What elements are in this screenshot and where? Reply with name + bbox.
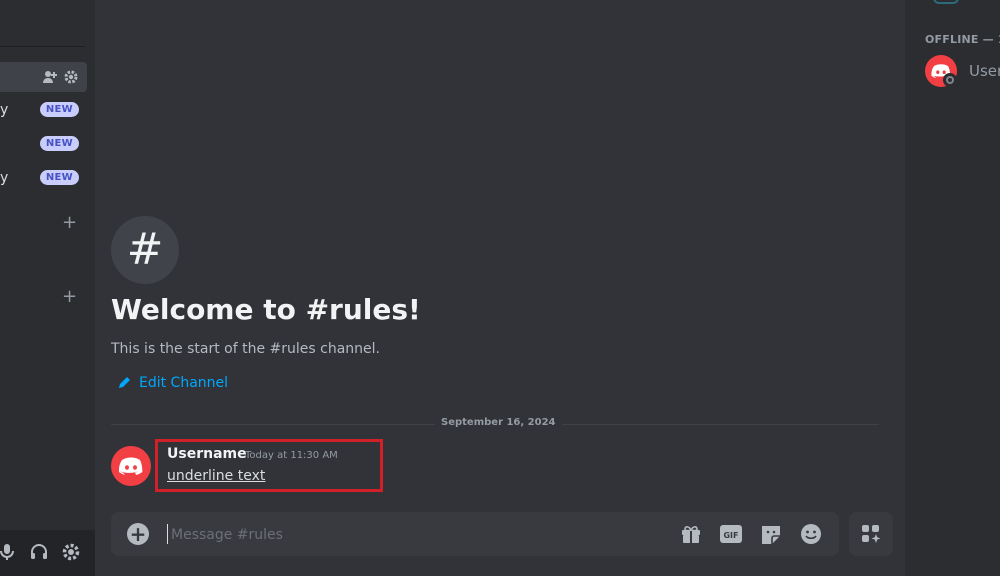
channel-sidebar: y NEW NEW y NEW + + [0,0,95,576]
sidebar-divider [0,46,85,47]
add-member-icon[interactable] [42,69,58,85]
message-content: underline text [167,468,266,484]
message-composer: + GIF [111,512,839,556]
new-badge: NEW [39,170,79,185]
edit-channel-label: Edit Channel [139,375,229,391]
sidebar-item-label: y [0,102,9,118]
sticker-icon[interactable] [759,523,783,545]
channel-hash-icon: # [111,216,179,284]
top-partial-icon [933,0,959,4]
gear-icon[interactable] [61,542,81,562]
add-attachment-button[interactable]: + [127,523,149,545]
new-badge: NEW [39,136,79,151]
svg-text:GIF: GIF [723,531,738,540]
gear-icon[interactable] [63,69,79,85]
create-channel-plus-icon[interactable]: + [62,286,78,307]
plus-icon: + [129,522,147,546]
apps-sparkle-icon [862,525,881,543]
sidebar-item-label: y [0,170,9,186]
gift-icon[interactable] [679,523,703,545]
sidebar-item-selected[interactable] [0,62,87,92]
chat-area: # Welcome to #rules! This is the start o… [95,0,905,576]
create-channel-plus-icon[interactable]: + [62,212,78,233]
sidebar-item[interactable]: y NEW [0,164,87,194]
microphone-icon[interactable] [0,542,20,562]
apps-button[interactable] [849,512,893,556]
avatar[interactable] [111,446,151,486]
headphones-icon[interactable] [29,542,49,562]
message-input[interactable] [169,522,603,548]
date-divider-label: September 16, 2024 [435,417,562,428]
member-list: OFFLINE — 1 User [905,0,1000,576]
emoji-icon[interactable] [799,523,823,545]
sidebar-item[interactable]: y NEW [0,96,87,126]
channel-start-text: This is the start of the #rules channel. [111,341,381,357]
message-timestamp: Today at 11:30 AM [245,450,338,461]
edit-channel-link[interactable]: Edit Channel [117,375,228,391]
user-panel [0,530,95,576]
pencil-icon [119,377,130,388]
new-badge: NEW [39,102,79,117]
offline-status-icon [943,73,957,87]
gif-icon[interactable]: GIF [719,523,743,545]
message-author[interactable]: Username [167,446,247,462]
text-cursor [167,524,168,544]
discord-logo-icon [118,457,143,475]
sidebar-item[interactable]: NEW [0,130,87,160]
welcome-title: Welcome to #rules! [111,293,421,326]
member-name[interactable]: User [969,62,1000,80]
member-section-header: OFFLINE — 1 [925,33,1000,46]
